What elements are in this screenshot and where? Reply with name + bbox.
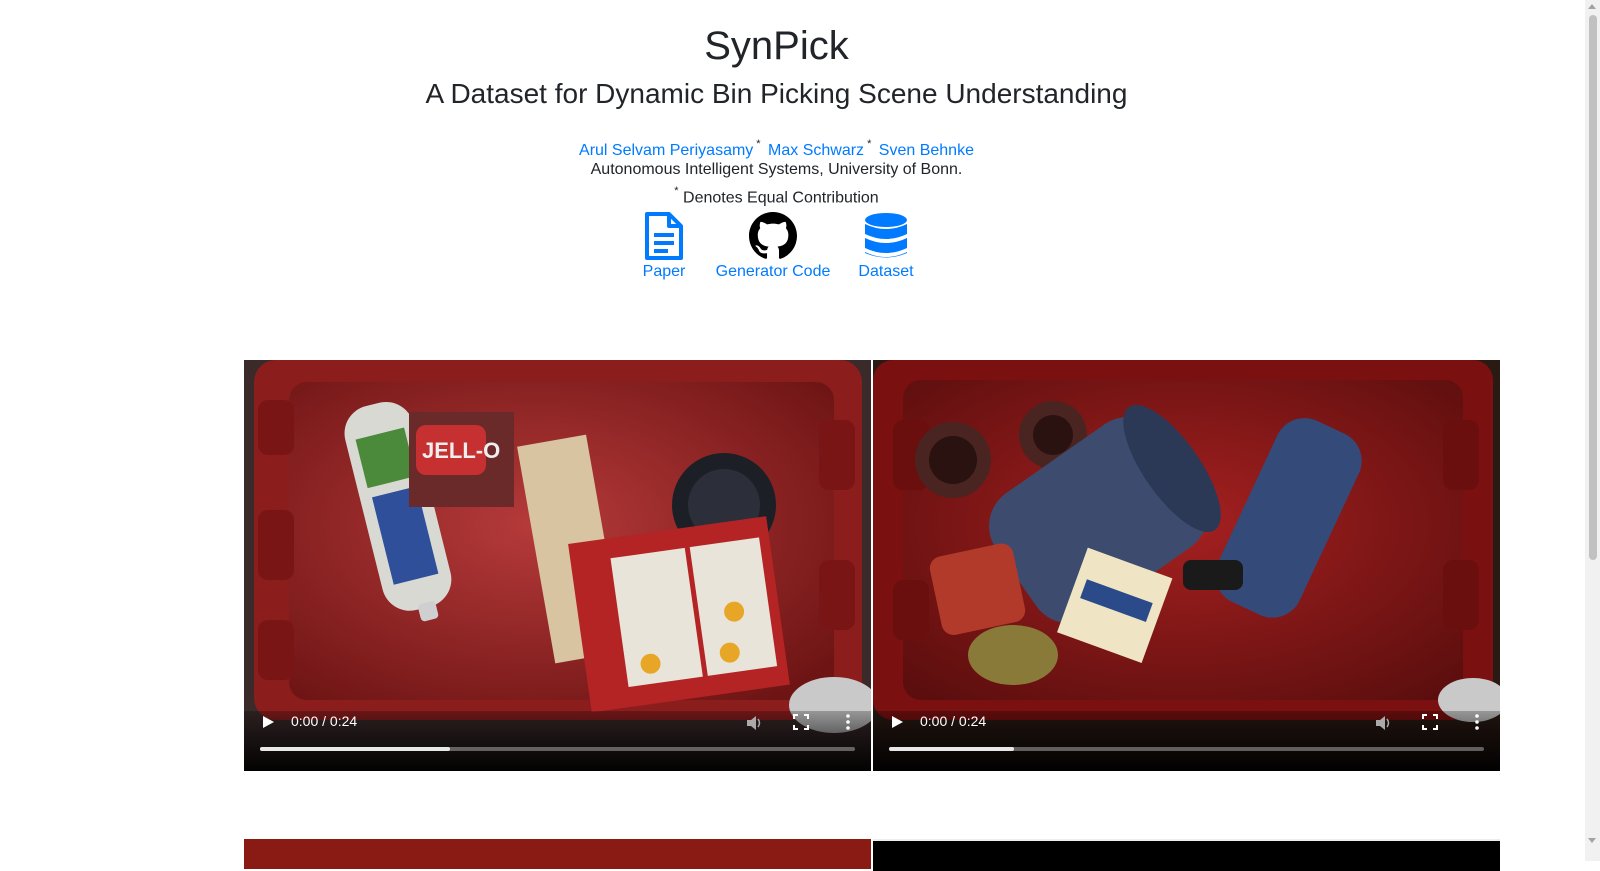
video-player-4[interactable] [873, 839, 1500, 871]
affiliation: Autonomous Intelligent Systems, Universi… [590, 161, 963, 178]
author-link-periyasamy[interactable]: Arul Selvam Periyasamy [579, 142, 753, 159]
video-player-2[interactable]: 0:00 / 0:24 [873, 360, 1500, 771]
page-scrollbar[interactable] [1585, 0, 1600, 861]
scroll-down-arrow-icon[interactable] [1588, 838, 1596, 843]
video-controls: 0:00 / 0:24 [873, 711, 1500, 771]
video-time: 0:00 / 0:24 [291, 713, 358, 729]
page-title: SynPick [704, 24, 849, 68]
document-icon [645, 212, 683, 260]
scrollbar-thumb[interactable] [1589, 15, 1597, 560]
fullscreen-icon[interactable] [1422, 714, 1438, 730]
note-text: Denotes Equal Contribution [683, 189, 879, 207]
more-options-icon[interactable] [1474, 714, 1480, 730]
note-mark: * [674, 185, 679, 197]
play-icon[interactable] [260, 714, 276, 730]
more-options-icon[interactable] [845, 714, 851, 730]
generator-code-link[interactable]: Generator Code [713, 212, 833, 282]
svg-text:JELL-O: JELL-O [422, 438, 500, 463]
video-controls: 0:00 / 0:24 [244, 711, 871, 771]
dataset-link-label: Dataset [858, 263, 914, 280]
author-link-schwarz[interactable]: Max Schwarz [768, 142, 864, 159]
volume-icon[interactable] [1374, 714, 1392, 732]
github-icon [749, 212, 797, 259]
generator-code-link-label: Generator Code [715, 263, 831, 280]
play-icon[interactable] [889, 714, 905, 730]
video-frame-bin-scene: JELL-O [244, 360, 871, 771]
scroll-up-arrow-icon[interactable] [1588, 4, 1596, 9]
video-frame-bin-scene [873, 360, 1500, 771]
page-subtitle: A Dataset for Dynamic Bin Picking Scene … [425, 78, 1128, 109]
video-progress-bar[interactable] [260, 747, 855, 751]
author-link-behnke[interactable]: Sven Behnke [879, 142, 974, 159]
paper-link[interactable]: Paper [628, 212, 700, 282]
dataset-link[interactable]: Dataset [855, 212, 917, 282]
video-buffered-fill [889, 747, 1014, 751]
fullscreen-icon[interactable] [793, 714, 809, 730]
video-player-1[interactable]: JELL-O 0:00 / 0:24 [244, 360, 871, 771]
video-buffered-fill [260, 747, 451, 751]
paper-link-label: Paper [642, 263, 686, 280]
database-icon [865, 213, 907, 258]
page: SynPick A Dataset for Dynamic Bin Pickin… [0, 0, 1553, 871]
equal-contribution-mark: * [756, 138, 761, 150]
video-time: 0:00 / 0:24 [920, 713, 987, 729]
equal-contribution-mark: * [867, 138, 872, 150]
video-player-3[interactable] [244, 839, 871, 869]
video-progress-bar[interactable] [889, 747, 1484, 751]
contribution-note: * Denotes Equal Contribution [0, 181, 1553, 210]
volume-icon[interactable] [745, 714, 763, 732]
